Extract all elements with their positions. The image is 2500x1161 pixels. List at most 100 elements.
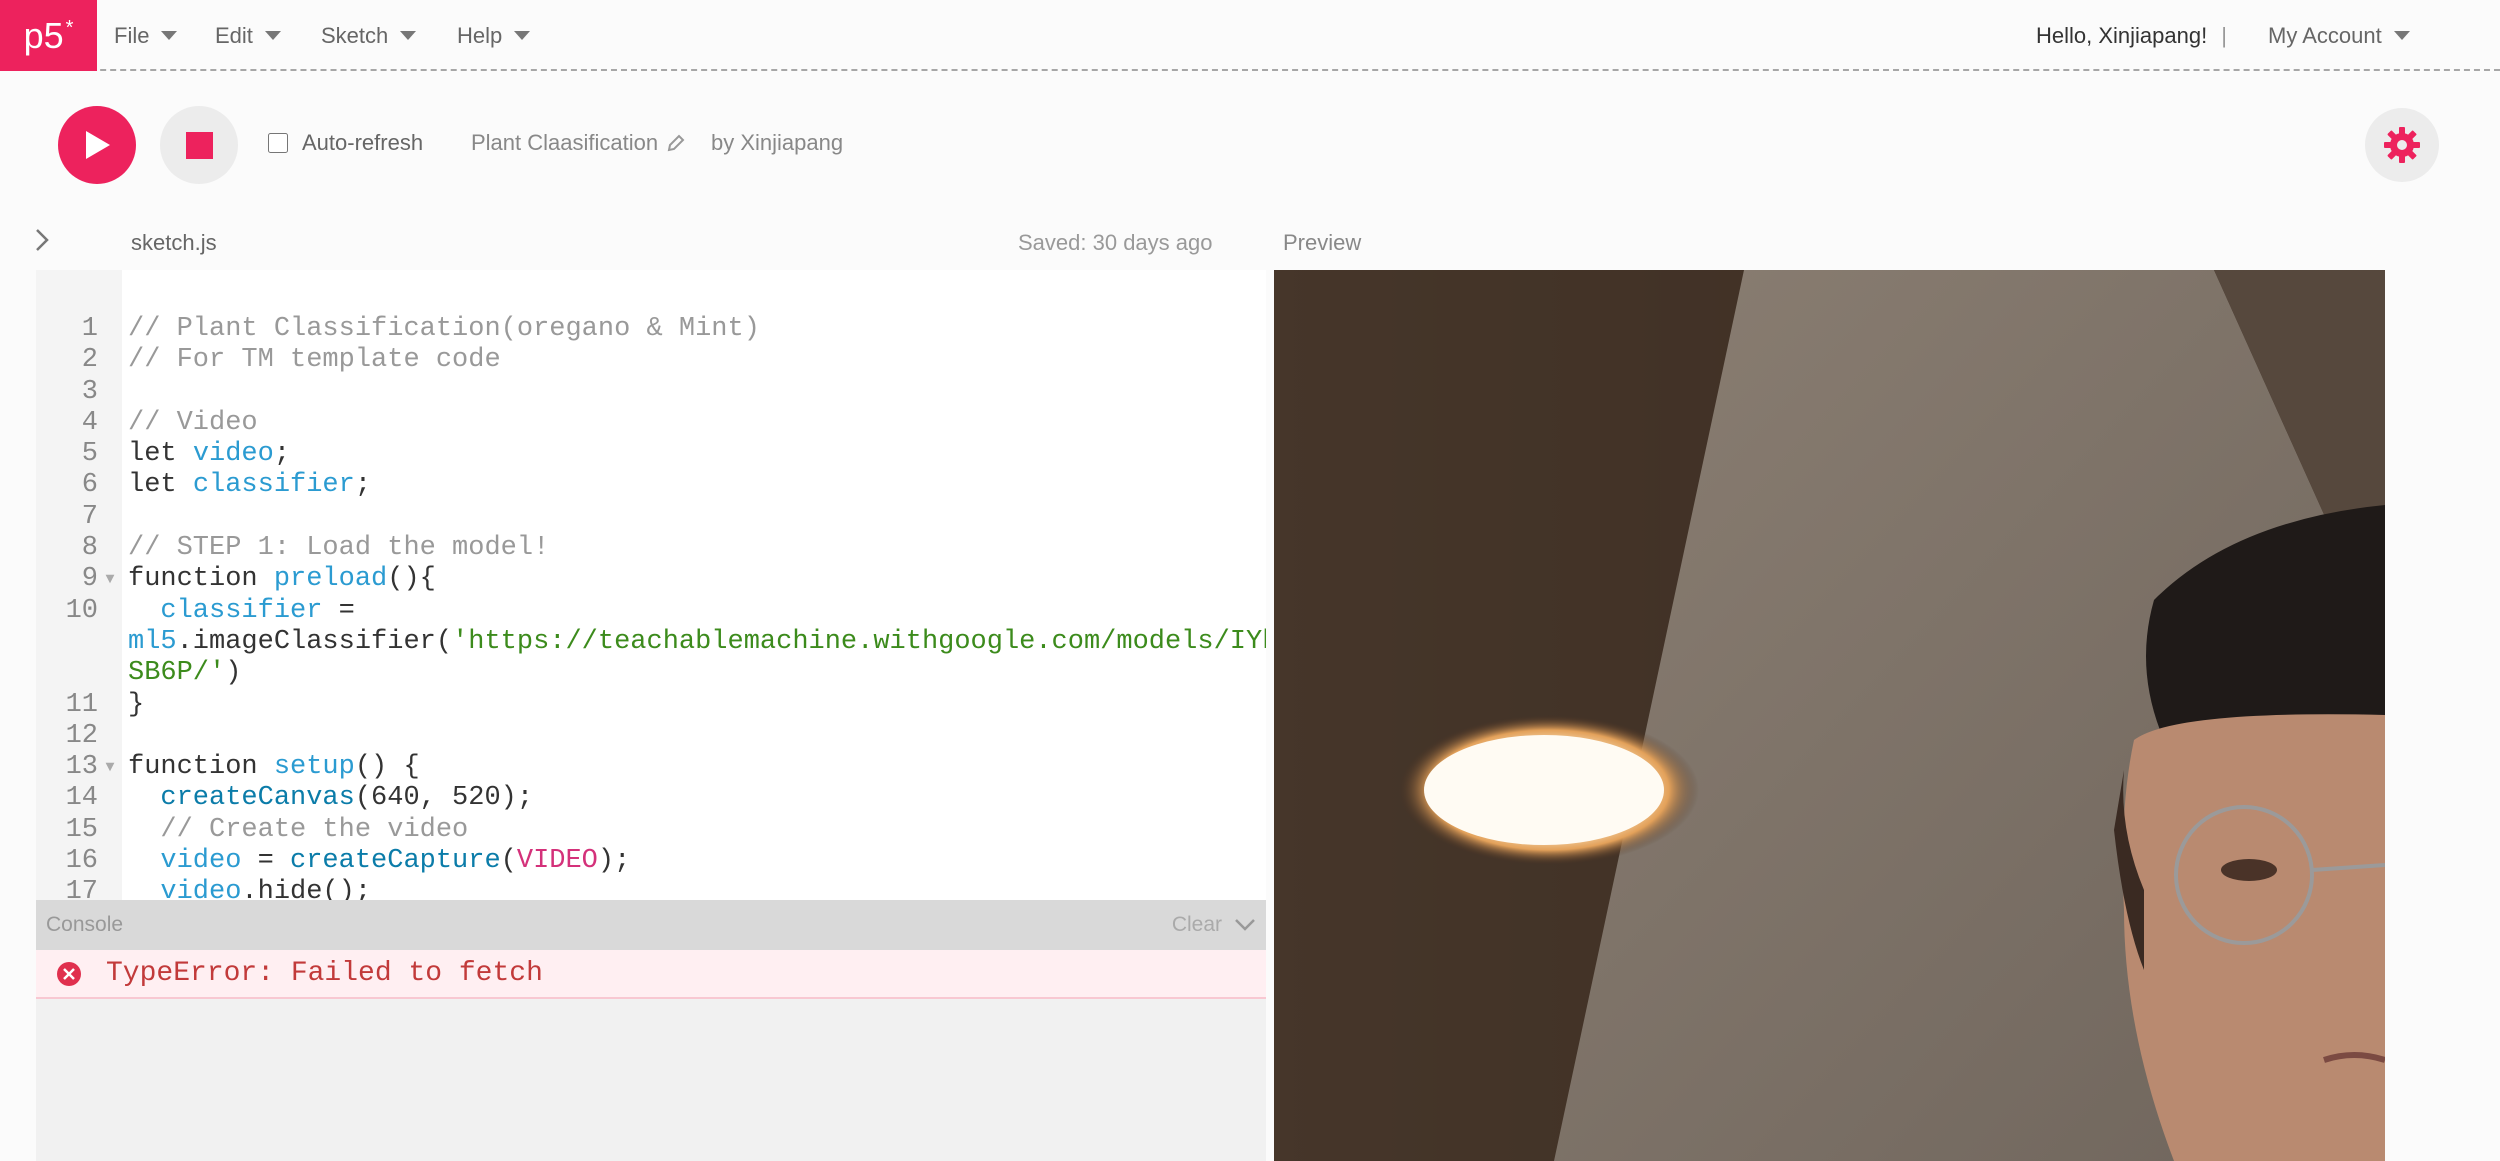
chevron-down-icon xyxy=(264,31,281,40)
code-line: 4 // Video xyxy=(36,408,1266,439)
logo-text: p5 xyxy=(23,14,64,56)
user-greeting: Hello, Xinjiapang! | xyxy=(2036,0,2227,71)
code-token: ) xyxy=(225,658,242,689)
code-token: let xyxy=(128,470,193,501)
menu-sketch[interactable]: Sketch xyxy=(321,0,417,71)
menu-file-label: File xyxy=(114,22,150,48)
project-author: by Xinjiapang xyxy=(711,130,844,155)
code-token: // STEP 1: Load the model! xyxy=(128,533,550,564)
p5-logo[interactable]: p5 * xyxy=(0,0,97,71)
code-token: // Plant Classification(oregano & Mint) xyxy=(128,314,760,344)
logo-star: * xyxy=(65,17,74,39)
fold-arrow-icon[interactable]: ▼ xyxy=(98,564,122,595)
code-token: } xyxy=(128,689,145,720)
code-token: preload xyxy=(273,564,388,595)
console-clear-button[interactable]: Clear xyxy=(1172,913,1256,937)
line-number: 7 xyxy=(81,501,98,532)
code-token: // Create the video xyxy=(128,814,469,845)
code-token: classifier xyxy=(128,595,323,626)
console-panel: Console Clear TypeError: Failed to fetch xyxy=(36,900,1266,1161)
webcam-video-image xyxy=(1274,270,2385,1161)
code-token: SB6P/' xyxy=(128,658,226,689)
code-token: // Video xyxy=(128,407,258,438)
menu-edit-label: Edit xyxy=(215,22,253,48)
code-line: 3 xyxy=(36,377,1266,408)
console-title: Console xyxy=(46,913,124,936)
code-token: (640, 520); xyxy=(354,783,534,814)
line-number: 12 xyxy=(65,720,98,751)
chevron-down-icon xyxy=(2393,31,2410,40)
menu-my-account[interactable]: My Account xyxy=(2268,0,2410,71)
code-editor[interactable]: 1 // Plant Classification(oregano & Mint)… xyxy=(36,270,1266,900)
line-number: 10 xyxy=(65,595,98,626)
code-line: 13 ▼ function setup() { xyxy=(36,752,1266,783)
code-token: VIDEO xyxy=(516,846,598,877)
code-line: 16 video = createCapture(VIDEO); xyxy=(36,846,1266,877)
line-number: 13 xyxy=(65,752,98,783)
line-number: 17 xyxy=(65,877,98,900)
console-error-row: TypeError: Failed to fetch xyxy=(36,950,1266,999)
pencil-icon[interactable] xyxy=(666,133,686,153)
code-token: classifier xyxy=(192,470,355,501)
line-number: 8 xyxy=(81,533,98,564)
line-number: 16 xyxy=(65,846,98,877)
play-icon xyxy=(86,131,110,159)
code-token: ; xyxy=(273,439,291,470)
code-line: 11} xyxy=(36,690,1266,721)
line-number: 9 xyxy=(81,564,98,595)
menu-edit[interactable]: Edit xyxy=(215,0,281,71)
code-content[interactable]: 1 // Plant Classification(oregano & Mint)… xyxy=(36,314,1266,900)
chevron-down-icon[interactable] xyxy=(1234,918,1256,932)
stop-icon xyxy=(185,131,213,159)
code-line: 10 classifier = xyxy=(36,596,1266,627)
code-token: 'https://teachablemachine.withgoogle.com… xyxy=(452,626,1266,657)
menu-help[interactable]: Help xyxy=(457,0,531,71)
code-token: video xyxy=(128,877,242,900)
code-token: video xyxy=(192,439,274,470)
code-token: createCanvas xyxy=(128,783,355,814)
code-line: 15 // Create the video xyxy=(36,815,1266,846)
code-token: .hide(); xyxy=(241,877,372,900)
console-clear-label: Clear xyxy=(1171,913,1222,936)
code-line: 1 // Plant Classification(oregano & Mint) xyxy=(36,314,1266,345)
chevron-down-icon xyxy=(161,31,178,40)
stop-button[interactable] xyxy=(160,106,238,184)
project-name[interactable]: Plant Claasification xyxy=(471,130,686,156)
line-number: 11 xyxy=(65,689,98,720)
code-line: 9 ▼ function preload(){ xyxy=(36,564,1266,595)
code-line: 2 // For TM template code xyxy=(36,345,1266,376)
code-token: ( xyxy=(500,846,517,877)
chevron-down-icon xyxy=(514,31,531,40)
code-line: 12 xyxy=(36,721,1266,752)
code-token: = xyxy=(322,595,355,626)
line-number: 2 xyxy=(81,345,98,376)
code-token: createCapture xyxy=(290,846,501,877)
file-tab-sketch-js[interactable]: sketch.js xyxy=(131,230,217,256)
line-number: 3 xyxy=(81,376,98,407)
play-button[interactable] xyxy=(58,106,136,184)
nav-separator: | xyxy=(2221,22,2227,48)
preview-canvas[interactable] xyxy=(1274,270,2385,1161)
code-token: video xyxy=(128,846,242,877)
menu-file[interactable]: File xyxy=(114,0,178,71)
auto-refresh-label: Auto-refresh xyxy=(302,130,424,155)
fold-arrow-icon[interactable]: ▼ xyxy=(98,752,122,783)
menu-help-label: Help xyxy=(457,22,503,48)
gear-icon xyxy=(2384,127,2420,163)
saved-status: Saved: 30 days ago xyxy=(1018,230,1213,255)
chevron-right-icon[interactable] xyxy=(34,228,50,252)
my-account-label: My Account xyxy=(2268,22,2382,48)
code-token: // For TM template code xyxy=(128,345,501,376)
code-line: 6 let classifier; xyxy=(36,470,1266,501)
code-token: (){ xyxy=(387,564,436,595)
code-token: ml5 xyxy=(128,626,177,657)
auto-refresh-checkbox[interactable] xyxy=(268,133,288,153)
auto-refresh-toggle[interactable]: Auto-refresh xyxy=(268,130,423,156)
code-line: 8 // STEP 1: Load the model! xyxy=(36,533,1266,564)
code-token: setup xyxy=(273,752,355,783)
settings-button[interactable] xyxy=(2365,108,2439,182)
code-token: let xyxy=(128,439,193,470)
top-nav: p5 * File Edit Sketch Help Hello, Xinjiap… xyxy=(0,0,2500,71)
console-error-message: TypeError: Failed to fetch xyxy=(106,958,543,989)
line-number: 4 xyxy=(81,407,98,438)
